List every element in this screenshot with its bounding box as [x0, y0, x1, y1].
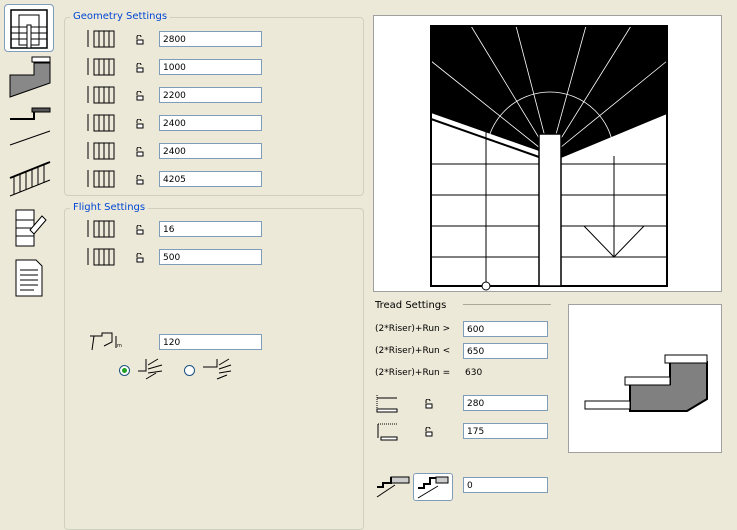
lock-icon[interactable]: [136, 175, 144, 185]
flight-option-1-icon: [138, 358, 163, 380]
lock-icon[interactable]: [136, 253, 144, 263]
tool-tread[interactable]: [4, 105, 54, 153]
tool-plan-geometry[interactable]: [4, 4, 54, 52]
total-height-icon: [87, 30, 115, 48]
flight-value-input[interactable]: 500: [159, 249, 262, 265]
nosing-option-2-icon: [417, 476, 449, 499]
rule-gt-label: (2*Riser)+Run >: [375, 324, 451, 334]
tread-preview: [568, 304, 722, 453]
tread-settings-title: Tread Settings: [375, 300, 447, 311]
stair-tread-icon: [9, 107, 51, 146]
tool-railing[interactable]: [4, 156, 54, 204]
tread-run-icon: [376, 395, 398, 413]
geometry-value-input[interactable]: 4205: [159, 171, 262, 187]
geometry-settings-title: Geometry Settings: [70, 11, 171, 22]
rule-lt-label: (2*Riser)+Run <: [375, 346, 451, 356]
riser-count-icon: [87, 220, 115, 238]
tread-divider: [463, 304, 551, 305]
tool-listing[interactable]: [4, 256, 54, 304]
lock-icon[interactable]: [136, 63, 144, 73]
rule-lt-input[interactable]: 650: [463, 343, 548, 359]
nosing-option-1-icon: [376, 476, 410, 498]
flight-option-2-icon: [203, 358, 232, 380]
tread-run-input[interactable]: 280: [463, 395, 548, 411]
tool-structure[interactable]: [4, 55, 54, 103]
riser-lock-icon[interactable]: [425, 427, 433, 437]
stair-plan-preview: [373, 15, 722, 292]
run-lock-icon[interactable]: [425, 399, 433, 409]
lock-icon[interactable]: [136, 147, 144, 157]
flight-width-icon: [87, 58, 115, 76]
document-icon: [15, 259, 43, 297]
edit-plan-icon: [15, 209, 47, 247]
riser-height-icon: [377, 423, 398, 441]
flight-option-2-radio[interactable]: [184, 365, 195, 376]
left-length-icon: [87, 114, 115, 132]
stair-plan-drawing: [430, 25, 668, 291]
riser-height-input[interactable]: 175: [463, 423, 548, 439]
lock-icon[interactable]: [136, 119, 144, 129]
lock-icon[interactable]: [136, 225, 144, 235]
tread-section-drawing: [584, 354, 708, 412]
rule-gt-input[interactable]: 600: [463, 321, 548, 337]
nosing-option-2-button[interactable]: [413, 473, 453, 501]
geometry-value-input[interactable]: 1000: [159, 59, 262, 75]
stair-plan-icon: [10, 9, 48, 49]
min-width-icon: min: [90, 332, 122, 351]
landing-width-icon: [87, 86, 115, 104]
right-length-icon: [87, 142, 115, 160]
flight-option-1-radio[interactable]: [119, 365, 130, 376]
lock-icon[interactable]: [136, 91, 144, 101]
min-width-input[interactable]: 120: [159, 334, 262, 350]
geometry-value-input[interactable]: 2400: [159, 143, 262, 159]
lock-icon[interactable]: [136, 35, 144, 45]
walkline-length-icon: [87, 170, 115, 188]
geometry-value-input[interactable]: 2200: [159, 87, 262, 103]
rule-eq-value: 630: [465, 368, 483, 378]
walkline-offset-icon: [87, 248, 115, 266]
nosing-input[interactable]: 0: [463, 477, 548, 493]
railing-icon: [9, 161, 51, 197]
flight-value-input[interactable]: 16: [159, 221, 262, 237]
stair-structure-icon: [9, 56, 51, 98]
tool-edit-plan[interactable]: [4, 206, 54, 254]
rule-eq-label: (2*Riser)+Run =: [375, 368, 451, 378]
flight-settings-title: Flight Settings: [70, 202, 149, 213]
geometry-value-input[interactable]: 2800: [159, 31, 262, 47]
geometry-value-input[interactable]: 2400: [159, 115, 262, 131]
svg-text:min: min: [117, 343, 122, 349]
